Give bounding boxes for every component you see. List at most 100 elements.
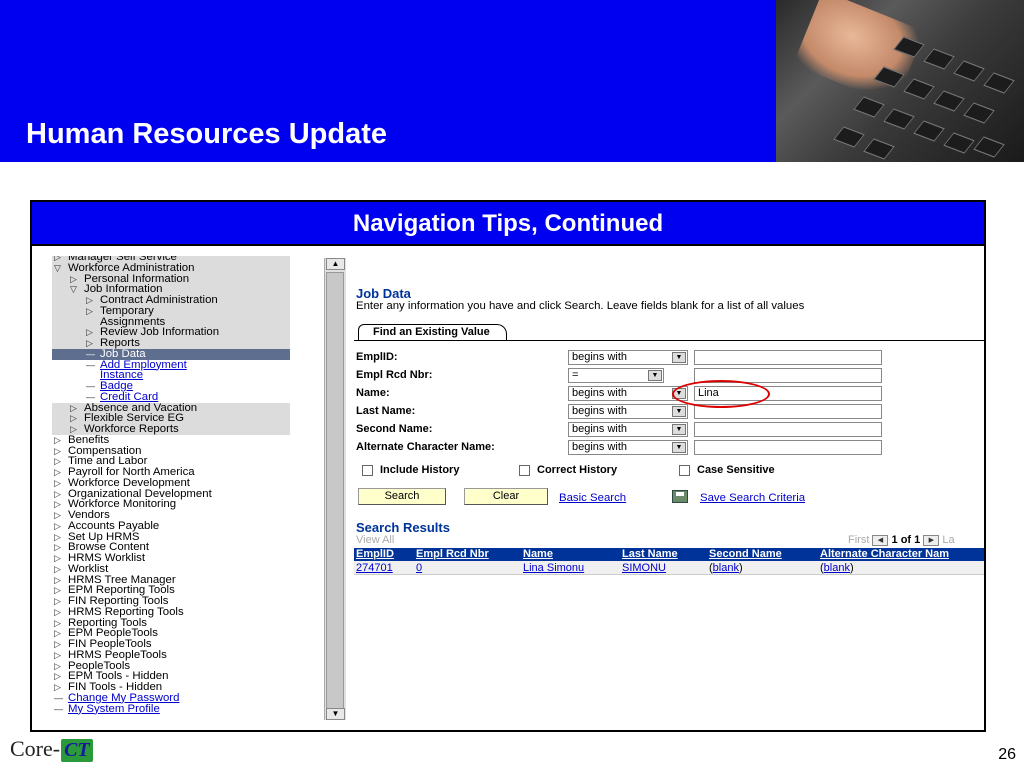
search-button[interactable]: Search xyxy=(358,488,446,505)
value-input[interactable] xyxy=(694,350,882,365)
operator-select[interactable]: begins with ▼ xyxy=(568,404,688,419)
row-empl-rcd-nbr[interactable]: 0 xyxy=(416,561,422,575)
operator-value: begins with xyxy=(572,387,628,399)
case-sensitive-checkbox[interactable] xyxy=(679,465,690,476)
logo-badge: CT xyxy=(61,739,93,762)
expanded-arrow-icon: ▽ xyxy=(54,262,61,273)
highlight-circle xyxy=(672,380,770,408)
column-header-alternate-character-name[interactable]: Alternate Character Nam xyxy=(820,548,949,561)
dash-icon: — xyxy=(86,359,95,370)
chevron-down-icon[interactable]: ▼ xyxy=(648,370,662,381)
basic-search-link[interactable]: Basic Search xyxy=(559,492,626,504)
operator-select[interactable]: begins with ▼ xyxy=(568,440,688,455)
value-input[interactable] xyxy=(694,440,882,455)
collapsed-arrow-icon: ▷ xyxy=(54,639,61,649)
row-last-name[interactable]: SIMONU xyxy=(622,561,666,575)
collapsed-arrow-icon: ▷ xyxy=(86,305,93,316)
results-heading: Search Results xyxy=(356,520,450,535)
results-pager: First ◀ 1 of 1 ▶ La xyxy=(848,534,955,546)
key-shape xyxy=(943,132,975,154)
pager-last[interactable]: La xyxy=(942,534,954,546)
field-label: Empl Rcd Nbr: xyxy=(356,369,433,381)
collapsed-arrow-icon: ▷ xyxy=(54,671,61,682)
chevron-down-icon[interactable]: ▼ xyxy=(672,352,686,363)
page-heading: Job Data xyxy=(356,286,411,301)
view-all-link[interactable]: View All xyxy=(356,534,394,546)
collapsed-arrow-icon: ▷ xyxy=(54,617,61,628)
core-ct-logo: Core- CT xyxy=(10,736,93,762)
row-name[interactable]: Lina Simonu xyxy=(523,561,584,575)
nav-item-label: My System Profile xyxy=(68,702,160,715)
pager-first[interactable]: First xyxy=(848,534,869,546)
column-header-last-name[interactable]: Last Name xyxy=(622,548,678,561)
scroll-up-button[interactable]: ▲ xyxy=(326,258,345,270)
collapsed-arrow-icon: ▷ xyxy=(86,327,93,338)
column-header-emplid[interactable]: EmplID xyxy=(356,548,394,561)
row-emplid[interactable]: 274701 xyxy=(356,561,393,575)
collapsed-arrow-icon: ▷ xyxy=(54,520,61,531)
save-icon[interactable] xyxy=(672,490,688,503)
collapsed-arrow-icon: ▷ xyxy=(54,628,61,639)
tab-find-existing-value[interactable]: Find an Existing Value xyxy=(358,324,507,340)
operator-select[interactable]: begins with ▼ xyxy=(568,350,688,365)
key-shape xyxy=(833,126,865,148)
row-alternate-name: (blank) xyxy=(820,562,854,574)
field-label: EmplID: xyxy=(356,351,398,363)
table-row: 274701 0 Lina Simonu SIMONU (blank) (bla… xyxy=(354,561,984,575)
column-header-empl-rcd-nbr[interactable]: Empl Rcd Nbr xyxy=(416,548,489,561)
case-sensitive-label: Case Sensitive xyxy=(697,464,775,476)
operator-value: begins with xyxy=(572,351,628,363)
logo-text: Core- xyxy=(10,736,61,761)
frame-header: Navigation Tips, Continued xyxy=(32,202,984,246)
keyboard-photo xyxy=(776,0,1024,162)
next-page-icon[interactable]: ▶ xyxy=(923,534,940,546)
collapsed-arrow-icon: ▷ xyxy=(54,682,61,692)
operator-value: begins with xyxy=(572,405,628,417)
key-shape xyxy=(913,120,945,142)
key-shape xyxy=(963,102,995,124)
dash-icon: — xyxy=(54,703,63,714)
chevron-down-icon[interactable]: ▼ xyxy=(672,406,686,417)
collapsed-arrow-icon: ▷ xyxy=(54,445,61,456)
save-search-criteria-link[interactable]: Save Search Criteria xyxy=(700,492,805,504)
operator-value: begins with xyxy=(572,423,628,435)
operator-select[interactable]: begins with ▼ xyxy=(568,422,688,437)
scroll-thumb[interactable] xyxy=(326,272,344,720)
clear-button[interactable]: Clear xyxy=(464,488,548,505)
column-header-second-name[interactable]: Second Name xyxy=(709,548,782,561)
instructions-text: Enter any information you have and click… xyxy=(356,300,805,312)
collapsed-arrow-icon: ▷ xyxy=(54,542,61,553)
field-label: Second Name: xyxy=(356,423,433,435)
include-history-checkbox[interactable] xyxy=(362,465,373,476)
key-shape xyxy=(883,108,915,130)
save-icon-label xyxy=(676,492,684,496)
collapsed-arrow-icon: ▷ xyxy=(54,510,61,520)
correct-history-label: Correct History xyxy=(537,464,618,476)
collapsed-arrow-icon: ▷ xyxy=(54,499,61,510)
collapsed-arrow-icon: ▷ xyxy=(54,531,61,542)
header-banner: Human Resources Update xyxy=(0,0,776,162)
key-shape xyxy=(923,48,955,70)
chevron-down-icon[interactable]: ▼ xyxy=(672,442,686,453)
previous-page-icon[interactable]: ◀ xyxy=(872,534,889,546)
slide-title: Human Resources Update xyxy=(26,118,387,150)
collapsed-arrow-icon: ▷ xyxy=(86,338,93,348)
correct-history-checkbox[interactable] xyxy=(519,465,530,476)
nav-scrollbar[interactable]: ▲ ▼ xyxy=(324,258,346,720)
key-shape xyxy=(953,60,985,82)
chevron-down-icon[interactable]: ▼ xyxy=(672,424,686,435)
operator-select[interactable]: begins with ▼ xyxy=(568,386,688,401)
row-alternate-name-value[interactable]: blank xyxy=(824,562,850,574)
collapsed-arrow-icon: ▷ xyxy=(54,553,61,563)
operator-value: = xyxy=(572,369,579,381)
collapsed-arrow-icon: ▷ xyxy=(54,467,61,477)
operator-value: begins with xyxy=(572,441,628,453)
row-second-name-value[interactable]: blank xyxy=(713,562,739,574)
value-input[interactable] xyxy=(694,422,882,437)
nav-item[interactable]: — My System Profile xyxy=(54,702,160,715)
column-header-name[interactable]: Name xyxy=(523,548,553,561)
dash-icon: — xyxy=(86,348,95,359)
operator-select[interactable]: = ▼ xyxy=(568,368,664,383)
frame-title: Navigation Tips, Continued xyxy=(352,210,664,237)
scroll-down-button[interactable]: ▼ xyxy=(326,708,345,720)
